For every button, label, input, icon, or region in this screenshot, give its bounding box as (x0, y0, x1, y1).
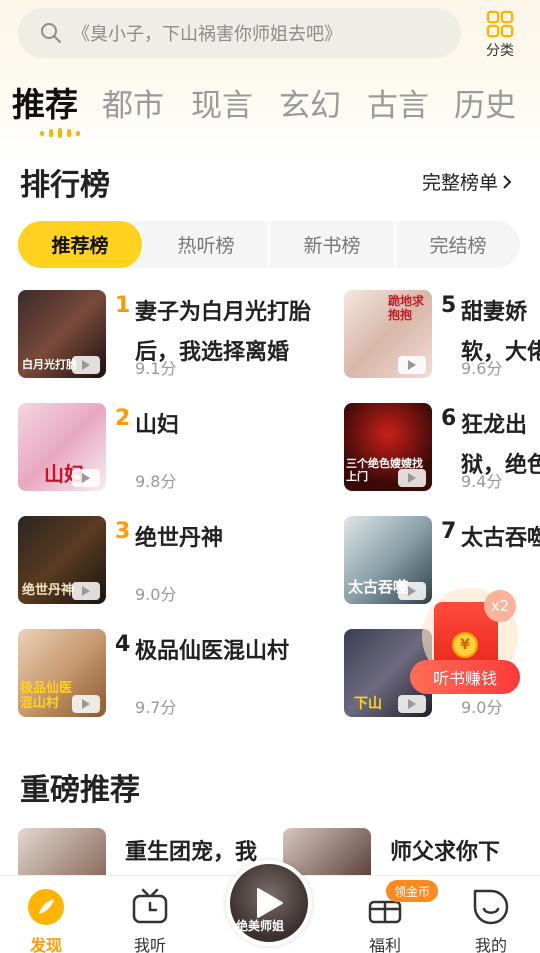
search-icon (41, 23, 61, 43)
nav-listening[interactable]: 我听 (120, 888, 180, 953)
rank-number: 3 (115, 519, 131, 544)
book-title: 太古吞噬 (461, 526, 540, 551)
smile-face-icon (473, 889, 509, 925)
full-ranking-link[interactable]: 完整榜单 (422, 168, 512, 195)
rank-item-5[interactable]: 跪地求抱抱 5 甜妻娇软，大佬跪地求抱抱 9.6分 (344, 290, 540, 382)
book-score: 9.4分 (461, 472, 503, 491)
nav-mine-label: 我的 (474, 936, 507, 953)
nav-discover-label: 发现 (29, 936, 62, 953)
rank-number: 5 (441, 293, 457, 318)
rank-number: 2 (115, 406, 131, 431)
multiplier-badge: x2 (484, 590, 516, 622)
subtab-recommend[interactable]: 推荐榜 (18, 221, 144, 268)
tab-urban[interactable]: 都市 (102, 80, 164, 125)
rank-item-3[interactable]: 绝世丹神 3 绝世丹神 9.0分 (18, 516, 348, 608)
tv-clock-icon (132, 888, 168, 924)
book-score: 9.7分 (135, 698, 177, 717)
genre-tabs: 推荐 都市 现言 玄幻 古言 历史 (12, 80, 540, 140)
cover-title: 跪地求抱抱 (388, 294, 425, 322)
subtab-completed[interactable]: 完结榜 (396, 221, 520, 268)
play-icon (72, 582, 100, 600)
book-cover: 山妇 (18, 403, 106, 491)
rank-number: 6 (441, 406, 457, 431)
rank-number: 1 (115, 293, 131, 318)
book-cover: 跪地求抱抱 (344, 290, 432, 378)
listen-earn-button[interactable]: 听书赚钱 (410, 660, 520, 694)
cover-title: 绝世丹神 (22, 583, 75, 598)
book-cover: 极品仙医混山村 (18, 629, 106, 717)
rank-item-1[interactable]: 白月光打胎 1 妻子为白月光打胎后，我选择离婚 9.1分 (18, 290, 348, 382)
play-icon (72, 469, 100, 487)
chevron-right-icon (503, 174, 512, 189)
active-tab-indicator (40, 128, 80, 138)
red-packet-widget[interactable]: ¥ x2 听书赚钱 (410, 588, 520, 696)
play-icon (398, 695, 426, 713)
player-cover-title: 绝美师姐 (236, 919, 285, 933)
book-title: 极品仙医混山村 (135, 639, 290, 664)
book-cover: 三个绝色嫂嫂找上门 (344, 403, 432, 491)
featured-title: 重磅推荐 (20, 773, 140, 808)
search-bar[interactable]: 《臭小子，下山祸害你师姐去吧》 (18, 8, 461, 58)
subtab-hot[interactable]: 热听榜 (144, 221, 270, 268)
tab-recommend[interactable]: 推荐 (12, 78, 78, 126)
full-ranking-label: 完整榜单 (422, 172, 499, 194)
book-title: 山妇 (135, 413, 180, 438)
compass-icon (28, 889, 64, 925)
play-icon (257, 888, 283, 918)
play-icon (398, 469, 426, 487)
welfare-coin-badge: 领金币 (386, 880, 438, 902)
rank-item-2[interactable]: 山妇 2 山妇 9.8分 (18, 403, 348, 495)
tab-fantasy[interactable]: 玄幻 (279, 80, 341, 125)
rank-number: 4 (115, 632, 131, 657)
book-score: 9.0分 (461, 698, 503, 717)
rank-number: 7 (441, 519, 457, 544)
featured-title-1[interactable]: 重生团宠，我 (125, 834, 257, 866)
rank-item-6[interactable]: 三个绝色嫂嫂找上门 6 狂龙出狱，绝色嫂嫂找上门 9.4分 (344, 403, 540, 495)
category-button[interactable]: 分类 (478, 10, 522, 60)
book-score: 9.8分 (135, 472, 177, 491)
featured-cover-1[interactable] (18, 828, 106, 878)
book-score: 9.6分 (461, 359, 503, 378)
featured-title-2[interactable]: 师父求你下 (390, 834, 500, 866)
book-score: 9.1分 (135, 359, 177, 378)
rank-item-4[interactable]: 极品仙医混山村 4 极品仙医混山村 9.7分 (18, 629, 348, 721)
ranking-subtabs: 推荐榜 热听榜 新书榜 完结榜 (18, 221, 520, 268)
play-icon (398, 356, 426, 374)
tab-modern-romance[interactable]: 现言 (191, 80, 253, 125)
tab-ancient-romance[interactable]: 古言 (367, 80, 429, 125)
nav-listening-label: 我听 (133, 936, 166, 953)
search-placeholder[interactable]: 《臭小子，下山祸害你师姐去吧》 (72, 20, 342, 46)
category-grid-icon (486, 10, 514, 38)
ranking-title: 排行榜 (20, 168, 110, 203)
book-score: 9.0分 (135, 585, 177, 604)
tab-history[interactable]: 历史 (454, 80, 516, 125)
nav-discover[interactable]: 发现 (16, 888, 76, 953)
play-icon (72, 695, 100, 713)
nav-welfare-label: 福利 (368, 936, 401, 953)
book-cover: 白月光打胎 (18, 290, 106, 378)
book-title: 绝世丹神 (135, 526, 224, 551)
now-playing-button[interactable]: 绝美师姐 (226, 860, 312, 946)
cover-title: 白月光打胎 (22, 358, 77, 371)
cover-title: 下山 (354, 696, 382, 712)
category-label: 分类 (486, 43, 514, 59)
play-icon (72, 356, 100, 374)
book-cover: 绝世丹神 (18, 516, 106, 604)
subtab-new[interactable]: 新书榜 (270, 221, 396, 268)
coin-icon: ¥ (452, 632, 478, 658)
nav-mine[interactable]: 我的 (461, 888, 521, 953)
